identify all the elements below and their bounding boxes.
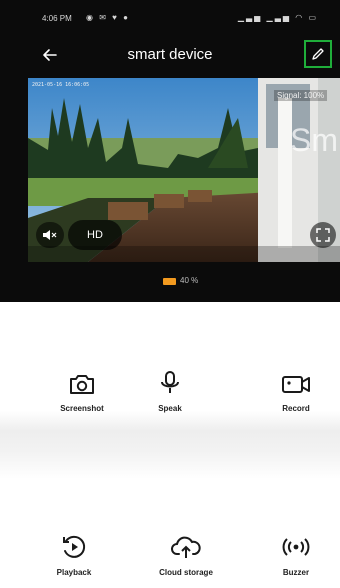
microphone-icon — [161, 371, 179, 393]
notification-icons: ◉ ✉ ♥ ● — [86, 13, 130, 22]
buzzer-button[interactable]: Buzzer — [256, 534, 336, 577]
speaker-mute-icon — [43, 230, 57, 240]
pencil-icon — [312, 48, 324, 60]
mute-button[interactable] — [36, 222, 64, 248]
playback-button[interactable]: Playback — [34, 534, 114, 577]
fullscreen-button[interactable] — [310, 222, 336, 248]
camera-timestamp: 2021-05-16 16:06:05 — [32, 82, 90, 88]
buzzer-label: Buzzer — [282, 568, 310, 577]
signal-strength: Signal: 100% — [274, 90, 328, 101]
record-label: Record — [282, 404, 310, 413]
quality-toggle-button[interactable]: HD — [68, 220, 122, 250]
action-panel: Screenshot Speak Record Playback Cloud s… — [0, 302, 340, 588]
edit-button[interactable] — [304, 40, 332, 68]
cloud-storage-button[interactable]: Cloud storage — [146, 534, 226, 577]
page-title: smart device — [127, 46, 213, 63]
cloud-storage-label: Cloud storage — [159, 568, 213, 577]
cloud-icon — [171, 536, 201, 558]
buzzer-icon — [282, 538, 310, 556]
signal-battery-icons: ▁▃▅ ▁▃▅ ◠ ▭ — [237, 13, 318, 22]
status-time: 4:06 PM — [42, 14, 72, 23]
battery-icon — [163, 278, 176, 285]
video-feed[interactable]: 2021-05-16 16:06:05 Signal: 100% Sm HD — [28, 78, 340, 262]
screenshot-button[interactable]: Screenshot — [42, 372, 122, 413]
record-button[interactable]: Record — [256, 372, 336, 413]
bitrate-row: 40 % — [0, 270, 340, 292]
speak-label: Speak — [158, 404, 182, 413]
nav-bar: smart device — [0, 36, 340, 74]
camera-panel: 4:06 PM ◉ ✉ ♥ ● ▁▃▅ ▁▃▅ ◠ ▭ smart device — [0, 0, 340, 302]
bitrate-text: 40 % — [180, 276, 199, 285]
app-watermark: Sm — [290, 122, 338, 158]
speak-button[interactable]: Speak — [130, 370, 210, 413]
fullscreen-icon — [316, 228, 330, 242]
playback-label: Playback — [56, 568, 92, 577]
screenshot-label: Screenshot — [60, 404, 104, 413]
playback-icon — [63, 535, 86, 558]
camera-icon — [70, 375, 94, 394]
status-bar: 4:06 PM ◉ ✉ ♥ ● ▁▃▅ ▁▃▅ ◠ ▭ — [0, 0, 340, 34]
video-camera-icon — [282, 376, 310, 393]
